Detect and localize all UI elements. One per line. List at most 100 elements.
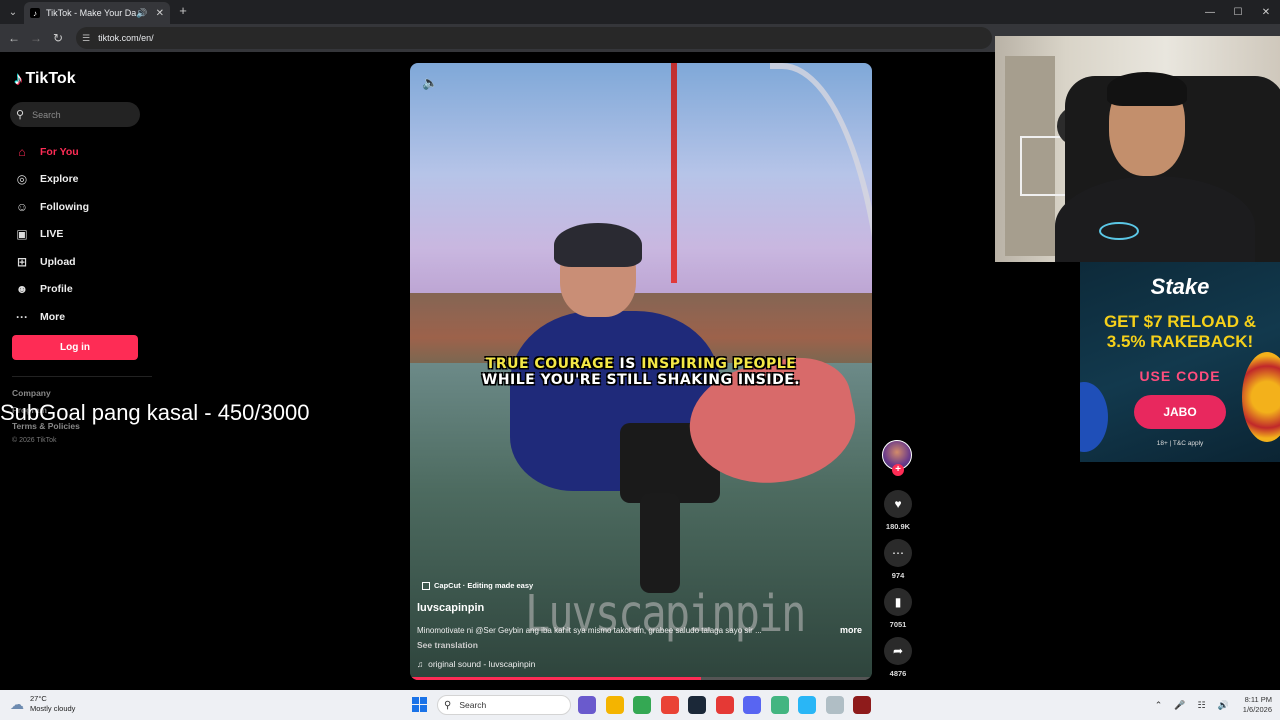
like-button[interactable]: ♥ 180.9K [883,490,913,531]
taskbar-clock[interactable]: 8:11 PM 1/6/2026 [1243,695,1272,715]
taskbar-app-icon[interactable] [605,696,624,714]
taskbar-app-icon[interactable] [578,696,596,714]
taskbar-app-icon[interactable] [798,696,816,714]
following-icon: ☺ [15,199,29,214]
system-tray: ⌃ 🎤 ☷ 🔊 8:11 PM 1/6/2026 [1143,695,1272,715]
taskbar-search[interactable]: ⚲ Search [437,695,571,715]
search-icon: ⚲ [16,109,25,121]
footer-company-link[interactable]: Company [12,388,51,398]
tab-title: TikTok - Make Your Day [46,8,137,18]
taskbar-app-icon[interactable] [715,696,734,714]
sidebar-item-following[interactable]: ☺ Following [13,193,89,221]
sidebar-item-label: Profile [40,283,73,296]
browser-tab-bar: ⌄ ♪ TikTok - Make Your Day 🔊 ✕ + — ☐ ✕ [0,0,1280,24]
sidebar-item-label: More [40,310,66,323]
sidebar-item-upload[interactable]: ⊞ Upload [13,248,89,276]
capcut-label: CapCut · Editing made easy [434,581,534,590]
weather-condition: Mostly cloudy [30,704,76,713]
tab-audio-icon[interactable]: 🔊 [136,8,147,19]
taskbar-search-placeholder: Search [459,700,487,710]
volume-icon[interactable]: 🔈 [422,75,438,91]
window-controls: — ☐ ✕ [1196,0,1280,24]
microphone-icon[interactable]: 🎤 [1174,700,1185,711]
taskbar-app-icon[interactable] [770,696,789,714]
sidebar-item-for-you[interactable]: ⌂ For You [13,138,89,166]
taskbar-app-icon[interactable] [853,696,871,714]
video-scene-rope [671,63,677,283]
search-input[interactable]: ⚲ Search [10,102,140,127]
webcam-shirt-logo [1099,222,1139,240]
ad-headline-1: GET $7 RELOAD & [1103,312,1257,331]
sidebar-nav: ⌂ For You ◎ Explore ☺ Following ▣ LIVE ⊞… [13,138,89,331]
search-placeholder: Search [32,109,61,120]
volume-tray-icon[interactable]: 🔊 [1218,700,1229,711]
maximize-button[interactable]: ☐ [1224,0,1252,24]
tab-close-icon[interactable]: ✕ [156,8,164,19]
site-info-icon[interactable]: ☰ [82,33,90,44]
taskbar-app-icon[interactable] [743,696,761,714]
sidebar-item-profile[interactable]: ☻ Profile [13,276,89,304]
capcut-link[interactable]: CapCut · Editing made easy [422,581,533,590]
footer-copyright: © 2026 TikTok [12,437,57,444]
video-caption-line-2: WHILE YOU'RE STILL SHAKING INSIDE. [481,372,801,388]
reload-button[interactable]: ↻ [50,30,66,46]
share-button[interactable]: ➦ 4876 [883,637,913,678]
sidebar-item-label: LIVE [40,228,64,241]
comment-button[interactable]: ⋯ 974 [883,539,913,580]
see-translation-link[interactable]: See translation [417,640,478,650]
back-button[interactable]: ← [6,30,22,46]
wifi-icon[interactable]: ☷ [1198,700,1206,711]
start-button[interactable] [412,697,427,712]
stake-ad-banner: Stake GET $7 RELOAD & 3.5% RAKEBACK! USE… [1080,262,1280,462]
share-count: 4876 [889,669,907,678]
video-sound[interactable]: ♫ original sound - luvscapinpin [417,659,535,669]
url-field[interactable]: ☰ tiktok.com/en/ [76,27,992,49]
taskbar-app-icon[interactable] [825,696,844,714]
tiktok-logo[interactable]: ♪ TikTok [14,69,76,89]
minimize-button[interactable]: — [1196,0,1224,24]
new-tab-button[interactable]: + [176,4,190,18]
browser-tab[interactable]: ♪ TikTok - Make Your Day 🔊 ✕ [24,2,170,24]
clock-time: 8:11 PM [1244,695,1272,704]
comment-icon: ⋯ [884,539,912,567]
taskbar-app-icon[interactable] [660,696,679,714]
video-author[interactable]: luvscapinpin [417,602,484,614]
sidebar-item-explore[interactable]: ◎ Explore [13,166,89,194]
caption-highlight: TRUE COURAGE [485,356,615,372]
ad-headline-2: 3.5% RAKEBACK! [1106,332,1254,351]
taskbar-app-icon[interactable] [633,696,651,714]
windows-taskbar: ☁ 27°C Mostly cloudy ⚲ Search ⌃ 🎤 ☷ 🔊 8:… [0,690,1280,720]
streamer-webcam [995,36,1280,262]
caption-text: IS [614,356,642,372]
sidebar-divider [12,376,152,377]
forward-button[interactable]: → [28,30,44,46]
video-description: Minomotivate ni @Ser Geybin ang iba kahi… [417,626,762,635]
like-count: 180.9K [885,522,911,531]
ad-promo-code: JABO [1134,395,1226,429]
video-progress-bar[interactable] [410,677,872,680]
taskbar-pinned-apps [578,696,881,714]
follow-plus-icon[interactable]: + [892,464,904,476]
clock-date: 1/6/2026 [1242,705,1272,714]
sidebar-item-label: Upload [40,255,76,268]
tiktok-note-icon: ♪ [14,69,23,88]
cloud-icon: ☁ [10,695,24,712]
sidebar-item-live[interactable]: ▣ LIVE [13,221,89,249]
video-player[interactable]: TRUE COURAGE IS INSPIRING PEOPLE WHILE Y… [410,63,872,680]
ad-brand-logo: Stake [1150,274,1210,299]
tray-overflow-icon[interactable]: ⌃ [1155,700,1163,711]
sound-label: original sound - luvscapinpin [428,659,536,669]
tab-search-button[interactable]: ⌄ [4,4,22,20]
capcut-icon [422,581,430,590]
sidebar-item-more[interactable]: ··· More [13,303,89,331]
weather-temperature: 27°C [30,694,47,703]
heart-icon: ♥ [884,490,912,518]
taskbar-app-icon[interactable] [688,696,706,714]
login-button[interactable]: Log in [12,335,138,360]
close-window-button[interactable]: ✕ [1252,0,1280,24]
weather-widget[interactable]: ☁ 27°C Mostly cloudy [10,694,75,714]
description-more-button[interactable]: more [840,625,862,635]
stream-subgoal-overlay: SubGoal pang kasal - 450/3000 [0,400,310,425]
video-progress-fill [410,677,702,680]
bookmark-button[interactable]: ▮ 7051 [883,588,913,629]
